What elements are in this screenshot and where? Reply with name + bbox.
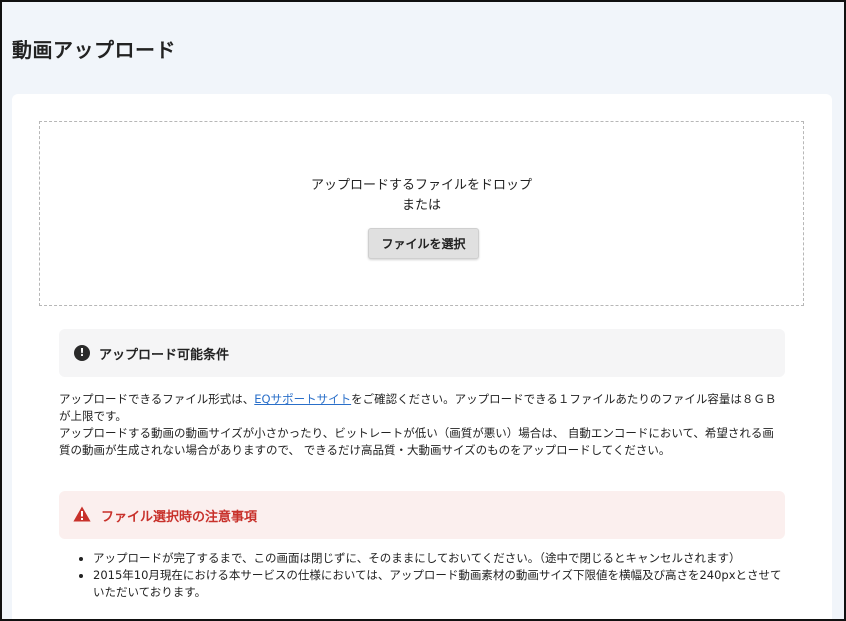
file-dropzone[interactable]: アップロードするファイルをドロップ または ファイルを選択	[39, 121, 804, 306]
warning-triangle-icon	[73, 506, 91, 522]
conditions-paragraph-1: アップロードできるファイル形式は、EQサポートサイトをご確認ください。アップロー…	[59, 391, 785, 425]
notice-list-item: 2015年10月現在における本サービスの仕様においては、アップロード動画素材の動…	[93, 567, 785, 601]
notice-list-item: アップロードが完了するまで、この画面は閉じずに、そのままにしておいてください。（…	[93, 550, 785, 567]
dropzone-instruction: アップロードするファイルをドロップ	[310, 178, 532, 193]
upload-conditions-header: ! アップロード可能条件	[59, 329, 785, 377]
file-selection-notice-header: ファイル選択時の注意事項	[59, 491, 785, 539]
exclamation-circle-icon: !	[74, 345, 90, 361]
select-file-button[interactable]: ファイルを選択	[368, 228, 479, 259]
conditions-text-before-link: アップロードできるファイル形式は、	[59, 392, 255, 406]
app-frame: 動画アップロード アップロードするファイルをドロップ または ファイルを選択 !…	[0, 0, 846, 621]
notice-list: アップロードが完了するまで、この画面は閉じずに、そのままにしておいてください。（…	[59, 550, 785, 601]
dropzone-or-text: または	[401, 198, 441, 213]
upload-card: アップロードするファイルをドロップ または ファイルを選択 ! アップロード可能…	[12, 94, 832, 619]
file-selection-notice-title: ファイル選択時の注意事項	[101, 510, 258, 525]
page-title: 動画アップロード	[12, 38, 176, 62]
upload-conditions-title: アップロード可能条件	[99, 348, 230, 363]
eq-support-site-link[interactable]: EQサポートサイト	[254, 392, 351, 406]
conditions-paragraph-2: アップロードする動画の動画サイズが小さかったり、ビットレートが低い（画質が悪い）…	[59, 426, 774, 457]
upload-conditions-text: アップロードできるファイル形式は、EQサポートサイトをご確認ください。アップロー…	[59, 391, 785, 459]
